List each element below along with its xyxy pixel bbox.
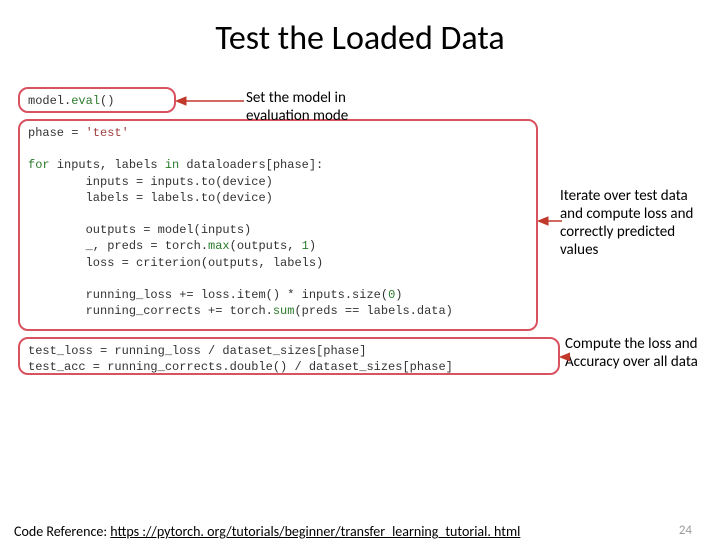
c: sum <box>273 304 295 318</box>
code-fn: eval <box>71 94 100 108</box>
c: 1 <box>302 239 309 253</box>
slide-title: Test the Loaded Data <box>0 18 720 59</box>
c: outputs = model(inputs) <box>28 223 251 237</box>
c: _, preds = torch. <box>28 239 208 253</box>
c: in <box>165 158 179 172</box>
c: test_loss = running_loss / dataset_sizes… <box>28 344 366 358</box>
c: (preds == labels.data) <box>294 304 452 318</box>
slide-body: model.eval() phase = 'test' for inputs, … <box>0 77 720 482</box>
c: (outputs, <box>230 239 302 253</box>
annotation-iterate: Iterate over test data and compute loss … <box>560 187 705 259</box>
arrow-icon <box>176 95 244 107</box>
c: running_loss += loss.item() * inputs.siz… <box>28 288 388 302</box>
arrow-icon <box>560 351 570 363</box>
c: inputs, labels <box>50 158 165 172</box>
code-text: model. <box>28 94 71 108</box>
page-number: 24 <box>679 523 692 538</box>
code-box-eval: model.eval() <box>18 87 176 113</box>
c: labels = labels.to(device) <box>28 191 273 205</box>
c: dataloaders[phase]: <box>179 158 323 172</box>
c: max <box>208 239 230 253</box>
c: 'test' <box>86 126 129 140</box>
annotation-compute: Compute the loss and Accuracy over all d… <box>565 335 715 371</box>
c: inputs = inputs.to(device) <box>28 175 273 189</box>
annotation-eval-mode: Set the model in evaluation mode <box>246 89 406 125</box>
c: ) <box>395 288 402 302</box>
c: running_corrects += torch. <box>28 304 273 318</box>
footer-link[interactable]: https ://pytorch. org/tutorials/beginner… <box>110 523 520 540</box>
code-text: () <box>100 94 114 108</box>
footer-label: Code Reference: <box>14 523 110 540</box>
code-box-results: test_loss = running_loss / dataset_sizes… <box>18 337 560 375</box>
footer-reference: Code Reference: https ://pytorch. org/tu… <box>14 523 520 540</box>
arrow-icon <box>538 215 562 227</box>
code-box-loop: phase = 'test' for inputs, labels in dat… <box>18 119 538 331</box>
c: phase = <box>28 126 86 140</box>
c: for <box>28 158 50 172</box>
c: ) <box>309 239 316 253</box>
c: test_acc = running_corrects.double() / d… <box>28 360 453 374</box>
c: loss = criterion(outputs, labels) <box>28 256 323 270</box>
